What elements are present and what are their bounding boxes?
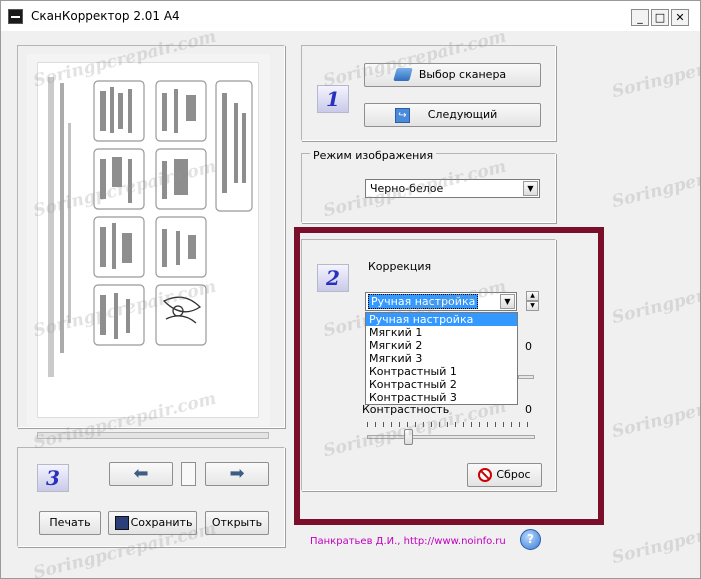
chevron-down-icon[interactable]: ▼ <box>500 294 515 309</box>
brightness-slider-track[interactable] <box>518 375 534 379</box>
contrast-value: 0 <box>525 403 532 416</box>
dropdown-option[interactable]: Контрастный 1 <box>366 365 517 378</box>
spin-up-button[interactable]: ▲ <box>526 291 539 301</box>
image-mode-label: Режим изображения <box>310 149 437 162</box>
save-button-label: Сохранить <box>130 516 193 529</box>
watermark-text: Soringper <box>609 285 701 329</box>
image-mode-value: Черно-белое <box>370 182 444 195</box>
close-button[interactable]: ✕ <box>671 9 689 26</box>
chevron-down-icon[interactable]: ▼ <box>523 181 538 196</box>
watermark-text: Soringper <box>609 169 701 213</box>
page-indicator <box>181 462 196 486</box>
app-window: СканКорректор 2.01 А4 _ □ ✕ 3 ⬅ ➡ Печать… <box>0 0 701 579</box>
dropdown-option[interactable]: Ручная настройка <box>366 313 517 326</box>
arrow-right-icon: ➡ <box>229 463 245 484</box>
document-thumbnail-icon <box>48 77 253 377</box>
app-icon <box>8 9 23 24</box>
next-step-icon: ↪ <box>395 108 410 123</box>
correction-select[interactable]: Ручная настройка ▼ <box>365 292 517 311</box>
contrast-slider-thumb[interactable] <box>404 429 413 445</box>
next-button-label: Следующий <box>427 108 498 121</box>
correction-dropdown-list[interactable]: Ручная настройка Мягкий 1 Мягкий 2 Мягки… <box>365 312 518 405</box>
watermark-text: Soringper <box>609 59 701 103</box>
brightness-value: 0 <box>525 340 532 353</box>
select-scanner-label: Выбор сканера <box>418 68 507 81</box>
next-button[interactable]: ↪ Следующий <box>364 103 541 127</box>
dropdown-option[interactable]: Мягкий 2 <box>366 339 517 352</box>
open-button[interactable]: Открыть <box>205 511 269 535</box>
contrast-slider-ticks <box>367 422 535 427</box>
step-2-badge: 2 <box>317 264 349 292</box>
window-title: СканКорректор 2.01 А4 <box>31 9 180 23</box>
scanned-document-image <box>37 62 259 418</box>
scan-preview[interactable] <box>27 54 270 426</box>
reset-button[interactable]: Сброс <box>467 463 542 487</box>
author-link[interactable]: Панкратьев Д.И., http://www.noinfo.ru <box>310 536 506 547</box>
dropdown-option[interactable]: Мягкий 3 <box>366 352 517 365</box>
scanner-icon <box>393 68 413 81</box>
correction-selected-value: Ручная настройка <box>368 294 479 309</box>
select-scanner-button[interactable]: Выбор сканера <box>364 63 541 87</box>
previous-page-button[interactable]: ⬅ <box>109 462 173 486</box>
step-1-badge: 1 <box>317 85 349 113</box>
maximize-button[interactable]: □ <box>651 9 669 26</box>
next-page-button[interactable]: ➡ <box>205 462 269 486</box>
scan-progress-bar <box>37 432 269 439</box>
arrow-left-icon: ⬅ <box>133 463 149 484</box>
floppy-disk-icon <box>115 516 129 530</box>
minimize-button[interactable]: _ <box>631 9 649 26</box>
help-button[interactable]: ? <box>520 529 541 550</box>
spin-down-button[interactable]: ▼ <box>526 301 539 311</box>
dropdown-option[interactable]: Контрастный 2 <box>366 378 517 391</box>
correction-label: Коррекция <box>368 260 432 273</box>
reset-button-label: Сброс <box>496 468 531 481</box>
no-entry-icon <box>478 468 492 482</box>
dropdown-option[interactable]: Контрастный 3 <box>366 391 517 404</box>
watermark-text: Soringper <box>609 399 701 443</box>
dropdown-option[interactable]: Мягкий 1 <box>366 326 517 339</box>
title-bar[interactable]: СканКорректор 2.01 А4 _ □ ✕ <box>1 1 700 31</box>
save-button[interactable]: Сохранить <box>108 511 197 535</box>
print-button[interactable]: Печать <box>39 511 101 535</box>
watermark-text: Soringper <box>609 525 701 569</box>
image-mode-select[interactable]: Черно-белое ▼ <box>365 179 540 198</box>
contrast-slider-track[interactable] <box>367 435 535 439</box>
step-3-badge: 3 <box>37 464 69 492</box>
